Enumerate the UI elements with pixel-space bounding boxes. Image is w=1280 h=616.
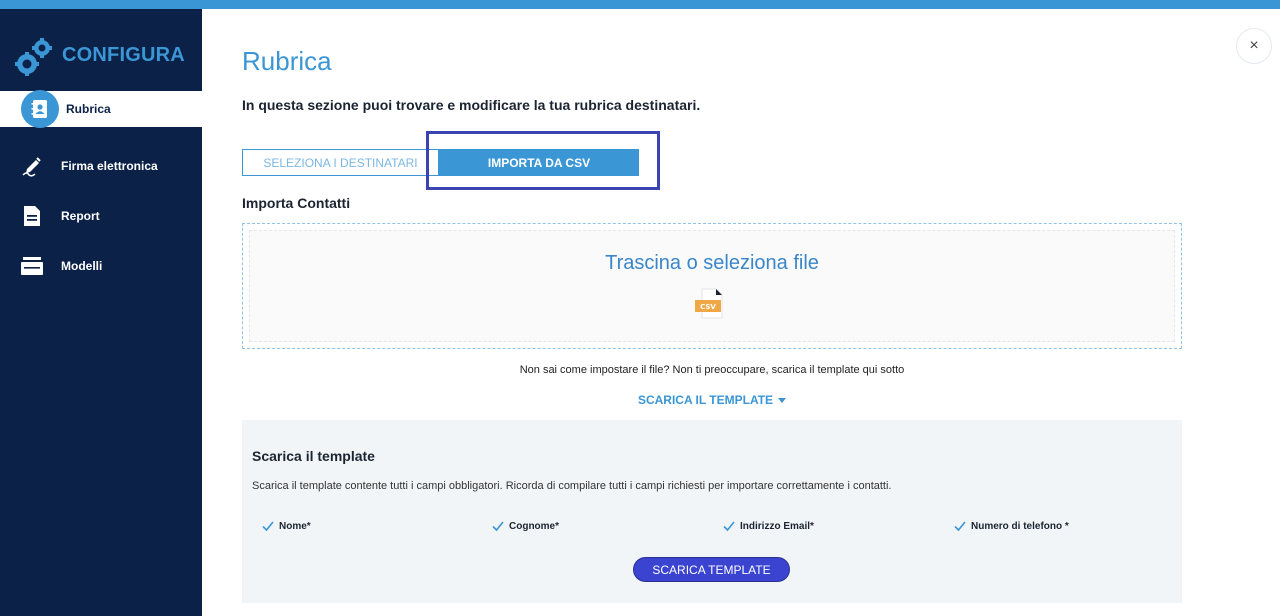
document-icon [20,204,44,228]
pen-sign-icon [20,154,44,178]
import-section-label: Importa Contatti [242,195,351,211]
sidebar-item-firma-elettronica[interactable]: Firma elettronica [0,141,202,191]
template-toggle-label: SCARICA IL TEMPLATE [637,393,774,407]
sidebar-item-report[interactable]: Report [0,191,202,241]
sidebar-item-modelli[interactable]: Modelli [0,241,202,291]
page-title: Rubrica [242,46,332,76]
check-icon [492,521,504,532]
template-panel: Scarica il template Scarica il template … [242,420,1182,603]
field-label: Cognome* [509,520,559,532]
sidebar-item-label: Rubrica [66,102,111,116]
caret-down-icon [778,398,787,404]
sidebar-nav: Rubrica Firma elettronica Report Modelli [0,90,202,291]
template-toggle-link[interactable]: SCARICA IL TEMPLATE [242,393,1182,407]
sidebar-item-label: Firma elettronica [61,159,158,173]
file-dropzone[interactable]: Trascina o seleziona file CSV [242,223,1182,349]
close-button[interactable]: × [1236,28,1272,64]
sidebar-item-label: Report [61,209,100,223]
field-item-telefono: Numero di telefono * [954,520,1069,532]
field-label: Numero di telefono * [971,520,1069,532]
templates-icon [20,254,44,278]
csv-file-icon: CSV [695,288,723,319]
brand-title: CONFIGURA [62,44,185,66]
check-icon [262,521,274,532]
sidebar: CONFIGURA Rubrica Firma elettronica Repo… [0,9,202,616]
dropzone-inner: Trascina o seleziona file CSV [249,230,1175,342]
top-accent-bar [0,0,1280,9]
template-panel-description: Scarica il template contente tutti i cam… [252,480,892,492]
field-label: Indirizzo Email* [740,520,814,532]
field-item-cognome: Cognome* [492,520,559,532]
dropzone-text: Trascina o seleziona file [605,252,819,274]
brand-logo [12,37,54,77]
sidebar-item-label: Modelli [61,259,103,273]
tab-importa-csv[interactable]: IMPORTA DA CSV [439,149,639,176]
page-subtitle: In questa sezione puoi trovare e modific… [242,97,701,113]
sidebar-item-rubrica[interactable]: Rubrica [0,90,202,128]
check-icon [954,521,966,532]
gears-icon [15,38,52,76]
field-item-nome: Nome* [262,520,311,532]
csv-badge-text: CSV [700,303,716,311]
template-panel-title: Scarica il template [252,448,375,464]
address-book-icon [21,90,59,128]
tab-bar: SELEZIONA I DESTINATARI IMPORTA DA CSV [242,149,639,176]
download-template-button[interactable]: SCARICA TEMPLATE [633,557,790,582]
field-item-email: Indirizzo Email* [723,520,814,532]
tab-seleziona-destinatari[interactable]: SELEZIONA I DESTINATARI [242,149,439,176]
required-fields-list: Nome* Cognome* Indirizzo Email* Numero d… [242,520,1182,536]
template-hint: Non sai come impostare il file? Non ti p… [519,364,905,376]
field-label: Nome* [279,520,311,532]
check-icon [723,521,735,532]
